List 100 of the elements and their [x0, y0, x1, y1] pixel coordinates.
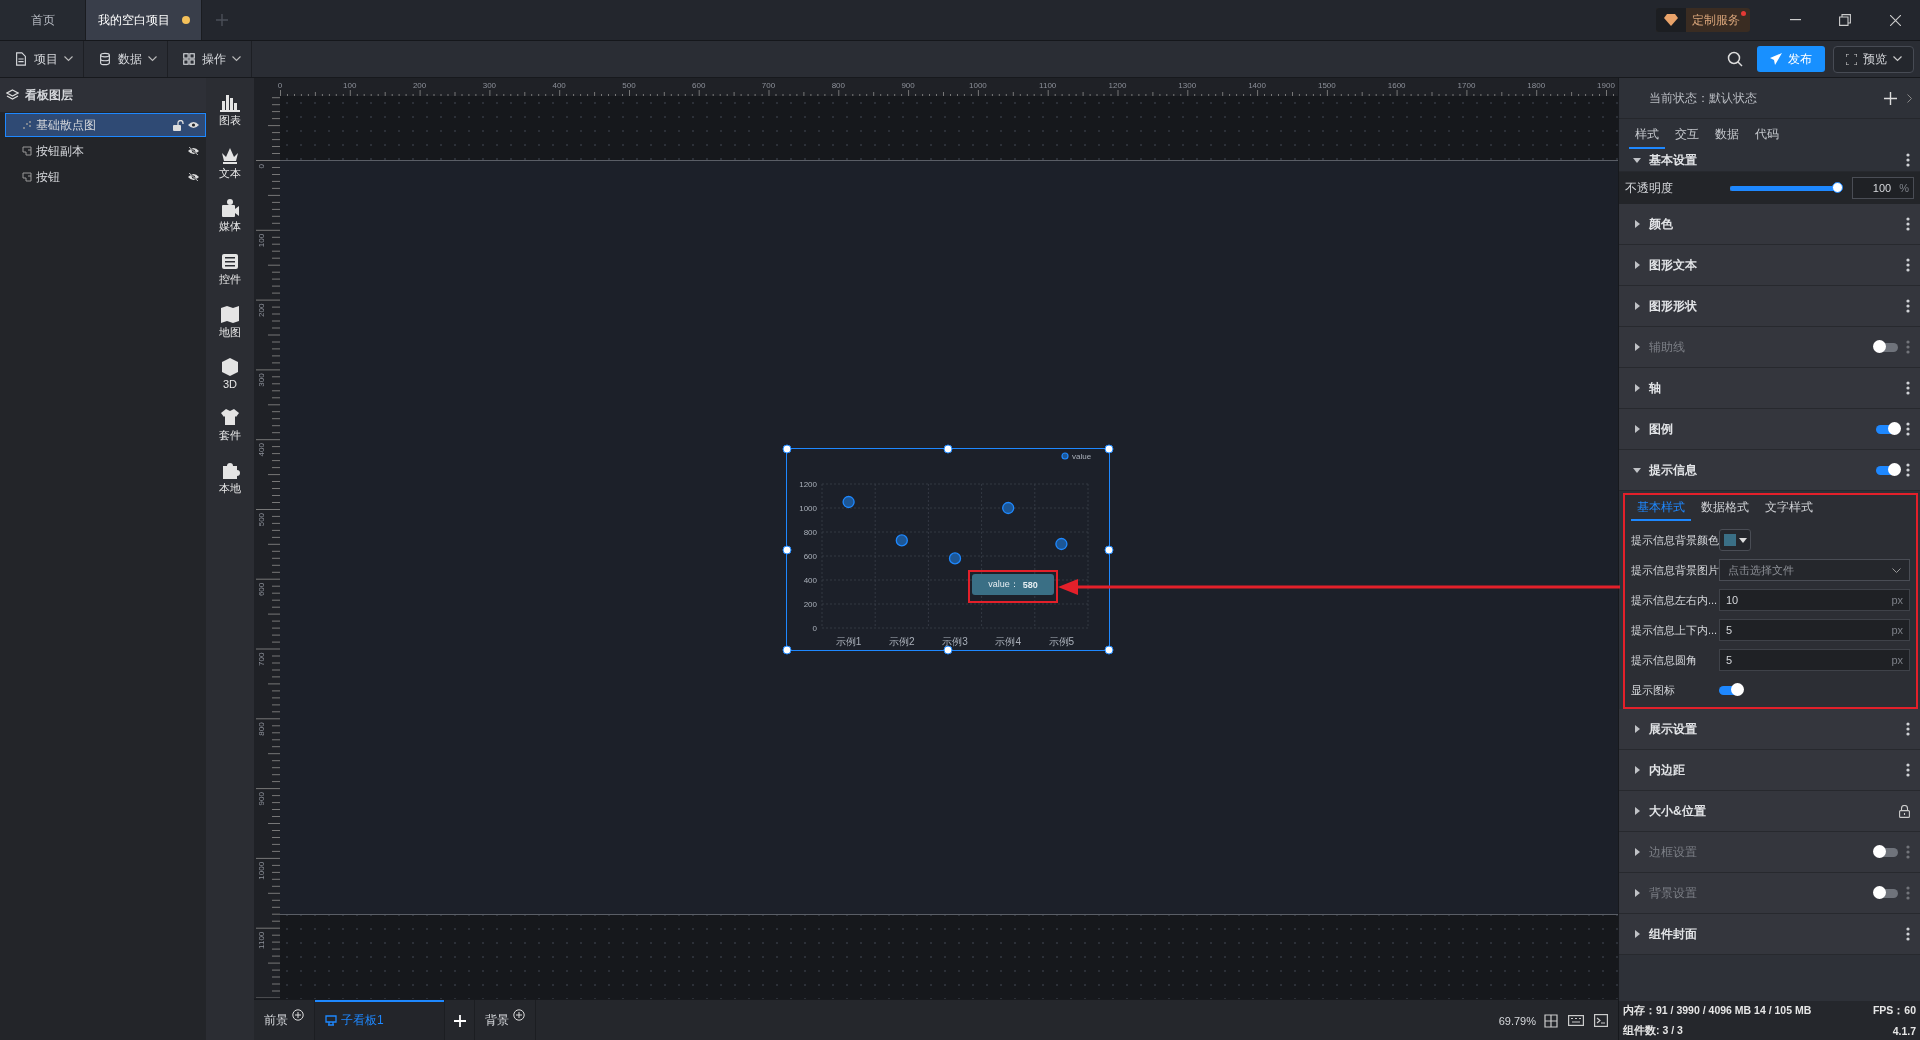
- file-select[interactable]: 点击选择文件: [1719, 559, 1910, 581]
- number-input[interactable]: 5 px: [1719, 619, 1910, 641]
- resize-handle[interactable]: [782, 444, 792, 454]
- tool-button[interactable]: 控件: [219, 251, 241, 287]
- menu-button[interactable]: 项目: [0, 41, 84, 77]
- terminal-icon[interactable]: [1594, 1014, 1608, 1027]
- caret-icon[interactable]: [1633, 725, 1641, 733]
- zoom-level[interactable]: 69.79%: [1498, 1014, 1536, 1027]
- eye-slash-icon[interactable]: [188, 147, 199, 155]
- caret-icon[interactable]: [1633, 261, 1641, 269]
- resize-handle[interactable]: [1104, 645, 1114, 655]
- more-icon[interactable]: [1906, 217, 1910, 231]
- resize-handle[interactable]: [1104, 545, 1114, 554]
- caret-icon: [1738, 537, 1747, 543]
- slider-thumb[interactable]: [1832, 181, 1843, 193]
- section-header[interactable]: 内边距: [1619, 750, 1920, 791]
- section-header[interactable]: 图形文本: [1619, 245, 1920, 286]
- more-icon[interactable]: [1906, 299, 1910, 313]
- more-icon[interactable]: [1906, 258, 1910, 272]
- tool-button[interactable]: 3D: [220, 357, 240, 390]
- more-icon[interactable]: [1906, 463, 1910, 477]
- caret-icon[interactable]: [1633, 425, 1641, 433]
- caret-icon[interactable]: [1633, 156, 1641, 164]
- panel-tab[interactable]: 交互: [1669, 126, 1705, 149]
- caret-icon[interactable]: [1633, 384, 1641, 392]
- section-header[interactable]: 展示设置: [1619, 709, 1920, 750]
- chevron-right-icon[interactable]: [1907, 93, 1912, 103]
- layer-item[interactable]: 按钮: [5, 165, 206, 189]
- tool-button[interactable]: 套件: [219, 407, 241, 443]
- scatter-point[interactable]: [1054, 537, 1068, 550]
- scatter-point[interactable]: [841, 495, 855, 508]
- opacity-input[interactable]: 100 %: [1852, 177, 1914, 199]
- layer-item[interactable]: 基础散点图: [5, 113, 206, 137]
- panel-tab[interactable]: 样式: [1629, 126, 1665, 149]
- tool-button[interactable]: 本地: [219, 460, 241, 496]
- close-icon[interactable]: [1889, 14, 1901, 26]
- section-header[interactable]: 图形形状: [1619, 286, 1920, 327]
- resize-handle[interactable]: [782, 645, 792, 655]
- number-input[interactable]: 5 px: [1719, 649, 1910, 671]
- service-badge[interactable]: 定制服务: [1656, 8, 1750, 32]
- menu-button[interactable]: 数据: [84, 41, 168, 77]
- unlock-icon[interactable]: [173, 119, 184, 131]
- lock-icon[interactable]: [1899, 804, 1910, 818]
- tool-button[interactable]: 媒体: [219, 198, 241, 234]
- more-icon[interactable]: [1906, 722, 1910, 736]
- tool-button[interactable]: 地图: [219, 304, 241, 340]
- caret-icon[interactable]: [1633, 930, 1641, 938]
- more-icon[interactable]: [1906, 381, 1910, 395]
- keyboard-icon[interactable]: [1568, 1015, 1584, 1026]
- section-header[interactable]: 提示信息: [1619, 450, 1920, 491]
- section-header[interactable]: 轴: [1619, 368, 1920, 409]
- eye-icon[interactable]: [188, 121, 199, 129]
- document-tab[interactable]: 我的空白项目: [86, 0, 202, 40]
- caret-icon[interactable]: [1633, 466, 1641, 474]
- menu-button[interactable]: 操作: [168, 41, 252, 77]
- caret-icon[interactable]: [1633, 302, 1641, 310]
- toggle-switch[interactable]: [1876, 424, 1898, 434]
- add-icon[interactable]: [1884, 91, 1897, 105]
- eye-slash-icon[interactable]: [188, 173, 199, 181]
- caret-icon[interactable]: [1633, 807, 1641, 815]
- scatter-point[interactable]: [1001, 501, 1014, 514]
- board-tab[interactable]: 子看板1: [315, 1000, 445, 1040]
- number-input[interactable]: 10 px: [1719, 589, 1910, 611]
- section-header[interactable]: 颜色: [1619, 204, 1920, 245]
- add-circle-icon[interactable]: [292, 1008, 304, 1021]
- toggle-switch[interactable]: [1876, 465, 1898, 475]
- board-tab[interactable]: 背景: [475, 1000, 536, 1040]
- resize-handle[interactable]: [943, 645, 953, 655]
- color-picker[interactable]: [1719, 529, 1751, 551]
- sub-tab[interactable]: 文字样式: [1759, 499, 1819, 521]
- scatter-point[interactable]: [948, 551, 961, 565]
- panel-tab[interactable]: 代码: [1749, 126, 1785, 149]
- resize-handle[interactable]: [943, 444, 953, 454]
- preview-button[interactable]: 预览: [1833, 45, 1914, 73]
- resize-handle[interactable]: [1104, 444, 1114, 454]
- section-header[interactable]: 组件封面: [1619, 914, 1920, 955]
- scatter-point[interactable]: [895, 533, 908, 547]
- tool-button[interactable]: 图表: [219, 92, 241, 128]
- more-icon[interactable]: [1906, 153, 1910, 167]
- restore-icon[interactable]: [1839, 14, 1851, 26]
- fit-screen-icon[interactable]: [1544, 1013, 1558, 1028]
- sub-tab[interactable]: 数据格式: [1695, 499, 1755, 521]
- section-header[interactable]: 大小&位置: [1619, 791, 1920, 832]
- more-icon[interactable]: [1906, 927, 1910, 941]
- resize-handle[interactable]: [782, 545, 792, 554]
- sub-tab[interactable]: 基本样式: [1631, 499, 1691, 521]
- more-icon[interactable]: [1906, 763, 1910, 777]
- search-icon[interactable]: [1727, 51, 1743, 67]
- minimize-icon[interactable]: [1789, 19, 1801, 21]
- section-header[interactable]: 图例: [1619, 409, 1920, 450]
- add-circle-icon[interactable]: [513, 1008, 525, 1021]
- toggle-switch[interactable]: [1719, 685, 1741, 695]
- ruler-label: 200: [412, 81, 427, 90]
- caret-icon[interactable]: [1633, 220, 1641, 228]
- document-tab[interactable]: 首页: [0, 0, 86, 40]
- layer-item[interactable]: 按钮副本: [5, 139, 206, 163]
- more-icon[interactable]: [1906, 422, 1910, 436]
- caret-icon[interactable]: [1633, 766, 1641, 774]
- tool-button[interactable]: 文本: [219, 145, 241, 181]
- panel-tab[interactable]: 数据: [1709, 126, 1745, 149]
